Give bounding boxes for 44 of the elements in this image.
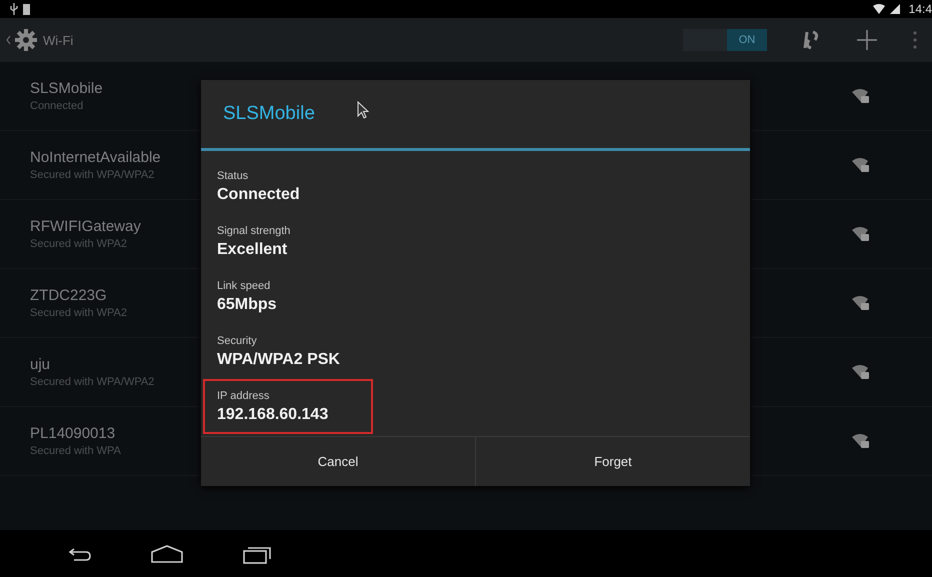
screen-title: Wi-Fi [43,32,74,48]
network-status: Secured with WPA [30,445,121,457]
network-name[interactable]: ZTDC223G [30,287,107,304]
field-label: Signal strength [217,224,290,236]
wifi-lock-icon [852,226,870,242]
field-label: IP address [217,390,270,402]
notification-icon [23,4,30,14]
field-value: Connected [217,186,300,204]
dialog-title: SLSMobile [223,103,315,125]
home-icon[interactable] [150,544,184,562]
add-icon[interactable] [857,30,877,50]
field-value: Excellent [217,240,288,258]
dialog-button[interactable]: Forget [475,437,750,486]
wifi-lock-icon [852,364,870,380]
field-label: Status [217,170,250,182]
network-status: Connected [30,100,84,112]
dialog-button[interactable]: Cancel [201,437,475,486]
field-value: 65Mbps [217,296,277,314]
network-status: Secured with WPA2 [30,307,128,319]
network-name[interactable]: uju [30,356,50,373]
wifi-lock-icon [852,157,870,173]
back-icon[interactable] [68,546,92,560]
wifi-lock-icon [852,295,870,311]
field-value: 192.168.60.143 [217,406,330,424]
network-name[interactable]: NoInternetAvailable [30,149,161,166]
wifi-lock-icon [852,88,870,104]
cellular-signal-icon [890,4,900,14]
network-status: Secured with WPA/WPA2 [30,169,154,181]
usb-icon [10,3,18,15]
clock-time: 14:4 [908,2,932,16]
field-value: WPA/WPA2 PSK [217,350,340,368]
mouse-pointer-icon [356,101,369,119]
network-name[interactable]: SLSMobile [30,80,103,97]
network-status: Secured with WPA/WPA2 [30,376,154,388]
wifi-signal-icon [872,4,885,14]
field-label: Security [217,334,258,346]
wifi-toggle[interactable]: ON [683,29,767,51]
field-label: Link speed [217,280,272,292]
network-name[interactable]: RFWIFIGateway [30,218,141,235]
network-status: Secured with WPA2 [30,238,128,250]
back-chevron-icon[interactable] [6,35,11,45]
gear-icon[interactable] [15,29,37,51]
wifi-lock-icon [852,433,870,449]
network-name[interactable]: PL14090013 [30,425,116,442]
